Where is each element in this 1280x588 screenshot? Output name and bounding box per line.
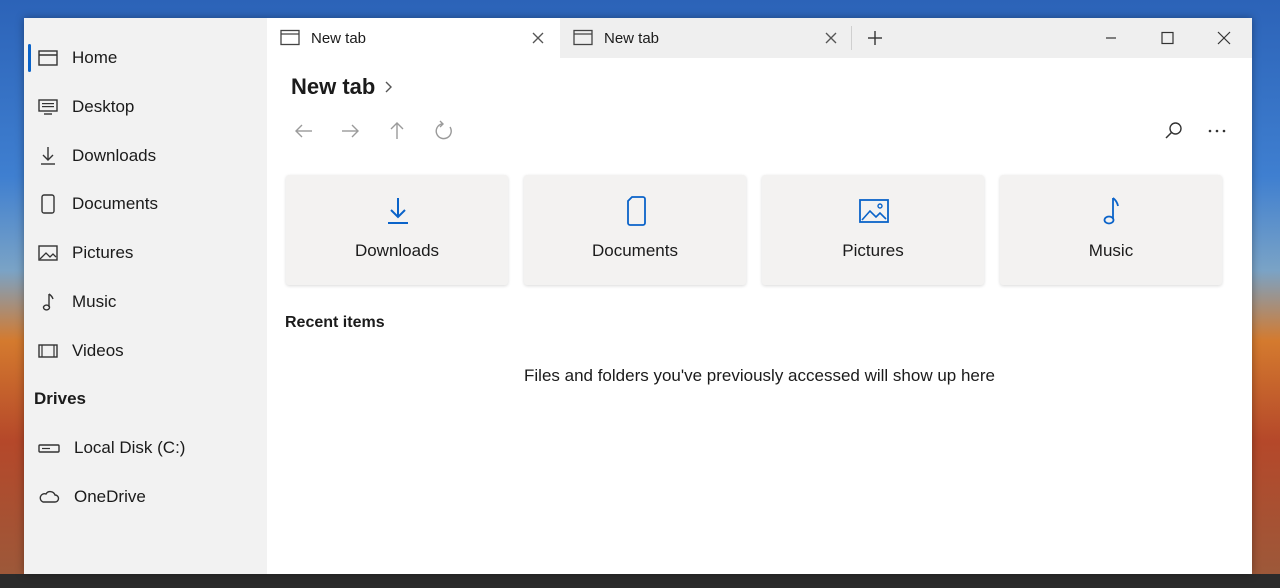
picture-icon [38,245,58,261]
sidebar-item-label: Videos [72,341,124,360]
sidebar-item-desktop[interactable]: Desktop [24,87,267,127]
picture-icon [859,199,889,223]
more-options-icon[interactable] [1203,117,1231,145]
tab-label: New tab [311,30,367,47]
tab-strip: New tab New tab [267,18,1252,58]
recent-items-empty-message: Files and folders you've previously acce… [524,366,995,385]
cloud-icon [39,490,60,503]
card-label: Music [1088,241,1134,260]
close-tab-icon[interactable] [524,24,552,52]
tab-separator [851,26,852,50]
sidebar-item-onedrive[interactable]: OneDrive [24,477,267,517]
card-documents[interactable]: Documents [524,175,746,285]
refresh-icon[interactable] [430,117,458,145]
download-icon [41,147,55,165]
back-arrow-icon[interactable] [290,117,318,145]
music-note-icon [42,293,54,311]
breadcrumb-title[interactable]: New tab [291,74,375,100]
sidebar-item-label: Local Disk (C:) [74,438,186,457]
tab-page-icon [280,29,300,46]
document-icon [41,194,55,214]
home-icon [38,50,58,66]
tab-new-tab-2[interactable]: New tab [560,18,853,58]
desktop-icon [38,99,58,115]
sidebar: Home Desktop Downloads Documents Picture… [24,18,267,574]
card-label: Pictures [842,241,904,260]
sidebar-item-label: Desktop [72,97,135,116]
document-icon [627,196,646,226]
taskbar-strip [0,574,1280,588]
card-music[interactable]: Music [1000,175,1222,285]
minimize-icon[interactable] [1083,18,1139,58]
card-label: Documents [592,241,678,260]
video-icon [38,344,58,358]
sidebar-item-label: OneDrive [74,487,146,506]
card-pictures[interactable]: Pictures [762,175,984,285]
sidebar-item-label: Documents [72,194,158,213]
recent-items-title: Recent items [285,314,385,331]
search-icon[interactable] [1160,117,1188,145]
sidebar-item-label: Home [72,48,118,67]
close-window-icon[interactable] [1195,18,1251,58]
sidebar-item-downloads[interactable]: Downloads [24,136,267,176]
tab-new-tab-1[interactable]: New tab [267,18,560,58]
card-downloads[interactable]: Downloads [286,175,508,285]
download-icon [388,198,408,224]
drives-section-title: Drives [34,389,86,408]
sidebar-item-videos[interactable]: Videos [24,331,267,371]
sidebar-item-label: Downloads [72,146,157,165]
sidebar-item-label: Pictures [72,243,134,262]
sidebar-item-documents[interactable]: Documents [24,184,267,224]
close-tab-icon[interactable] [817,24,845,52]
maximize-icon[interactable] [1139,18,1195,58]
up-arrow-icon[interactable] [383,117,411,145]
card-label: Downloads [354,241,440,260]
music-note-icon [1103,197,1119,225]
tab-label: New tab [604,30,660,47]
hard-drive-icon [38,444,60,453]
forward-arrow-icon[interactable] [336,117,364,145]
tab-page-icon [573,29,593,46]
chevron-right-icon[interactable] [383,78,395,96]
new-tab-plus-icon[interactable] [859,22,891,54]
files-app-window: Home Desktop Downloads Documents Picture… [24,18,1252,574]
sidebar-item-local-disk[interactable]: Local Disk (C:) [24,428,267,468]
sidebar-item-music[interactable]: Music [24,282,267,322]
sidebar-item-label: Music [72,292,117,311]
sidebar-item-pictures[interactable]: Pictures [24,233,267,273]
sidebar-item-home[interactable]: Home [24,38,267,78]
